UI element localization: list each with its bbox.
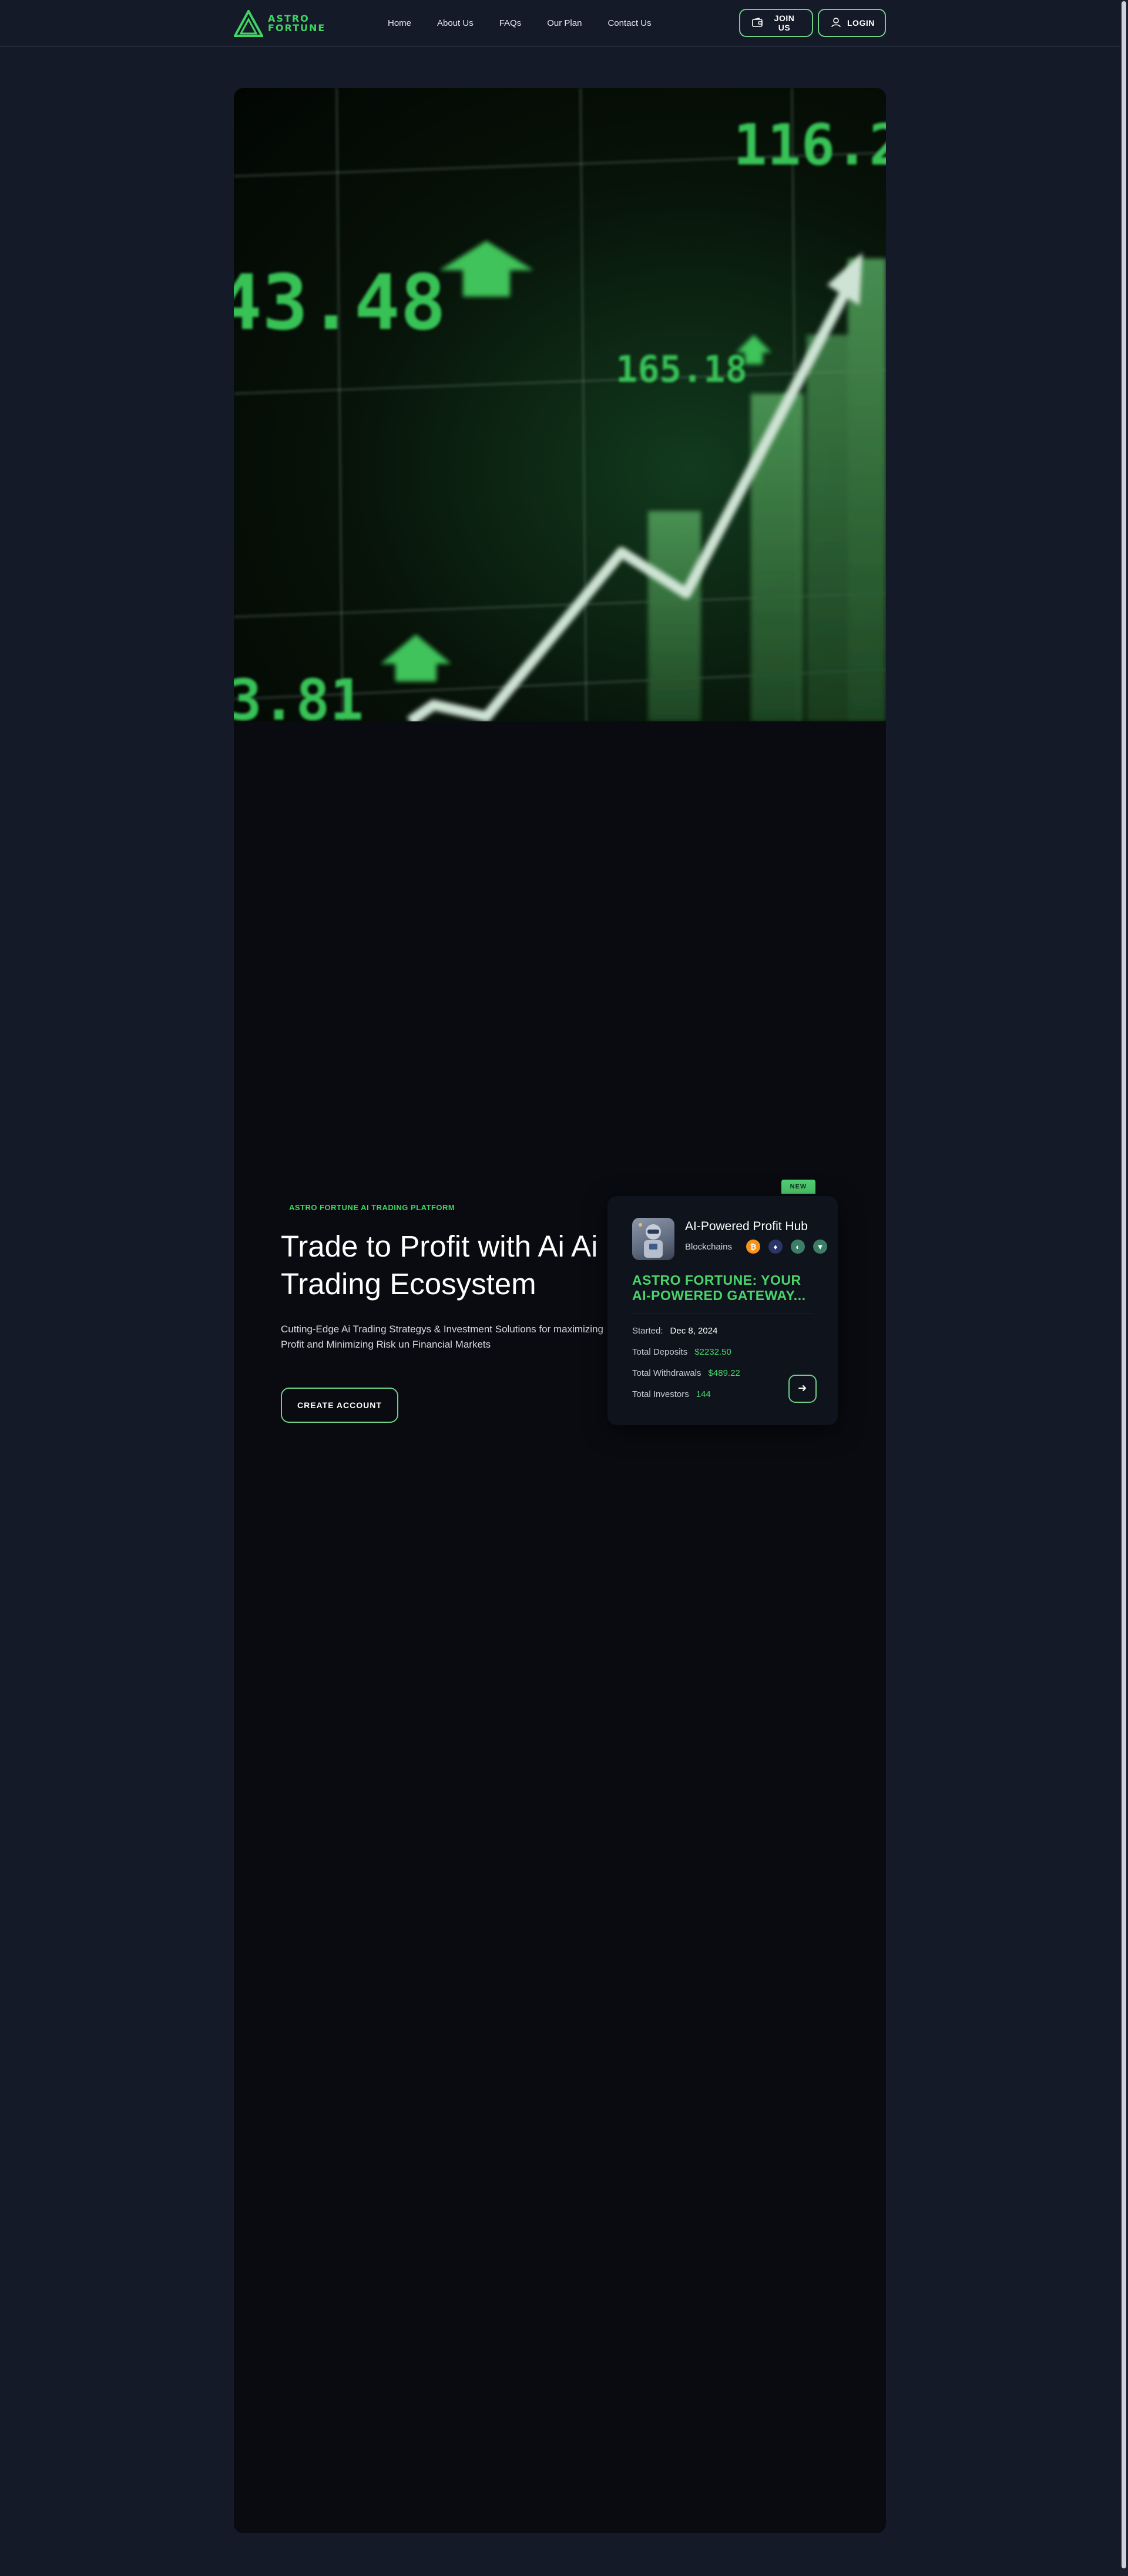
hero-subtitle: Cutting-Edge Ai Trading Strategys & Inve… (281, 1324, 603, 1350)
robot-avatar (632, 1218, 674, 1260)
stat-started: Started: Dec 8, 2024 (632, 1326, 717, 1336)
withdrawals-value: $489.22 (708, 1368, 740, 1378)
stat-deposits: Total Deposits $2232.50 (632, 1347, 731, 1357)
chain-3-icon: ◐ (791, 1240, 805, 1254)
login-label: LOGIN (847, 18, 875, 28)
logo[interactable]: ASTRO FORTUNE (234, 10, 325, 37)
plan-card: AI-Powered Profit Hub Blockchains ₿ ♦ ◐ … (607, 1196, 838, 1425)
chart-number-1: 116.2 (733, 112, 886, 178)
login-button[interactable]: LOGIN (818, 9, 886, 37)
page-scrollbar[interactable] (1120, 0, 1128, 2576)
nav-contact-us[interactable]: Contact Us (607, 16, 651, 31)
stat-withdrawals: Total Withdrawals $489.22 (632, 1368, 740, 1378)
main-nav: Home About Us FAQs Our Plan Contact Us (388, 16, 652, 31)
nav-home[interactable]: Home (388, 16, 411, 31)
logo-line-2: FORTUNE (268, 22, 326, 33)
bitcoin-icon: ₿ (746, 1240, 760, 1254)
plan-headline: ASTRO FORTUNE: YOUR AI-POWERED GATEWAY..… (632, 1272, 806, 1303)
site-header: ASTRO FORTUNE Home About Us FAQs Our Pla… (0, 0, 1120, 47)
chain-4-icon: ▼ (813, 1240, 827, 1254)
nav-faqs[interactable]: FAQs (499, 16, 522, 31)
investors-value: 144 (696, 1389, 711, 1399)
arrow-right-icon (798, 1383, 807, 1395)
started-label: Started: (632, 1326, 663, 1336)
withdrawals-label: Total Withdrawals (632, 1368, 701, 1378)
investors-label: Total Investors (632, 1389, 689, 1399)
ethereum-icon: ♦ (768, 1240, 783, 1254)
hero-eyebrow: ASTRO FORTUNE AI TRADING PLATFORM (289, 1203, 455, 1212)
deposits-value: $2232.50 (694, 1347, 731, 1357)
deposits-label: Total Deposits (632, 1347, 688, 1357)
chart-number-4: 3.81 (234, 667, 364, 721)
blockchain-icons: ₿ ♦ ◐ ▼ (746, 1240, 827, 1254)
plan-details-button[interactable] (788, 1375, 817, 1403)
create-account-button[interactable]: CREATE ACCOUNT (281, 1388, 398, 1423)
logo-triangle-icon (234, 10, 263, 37)
hero-stock-chart-image: 116.2 43.48 165.18 3.81 (234, 88, 886, 721)
stat-investors: Total Investors 144 (632, 1389, 711, 1399)
scrollbar-thumb[interactable] (1122, 1, 1126, 2568)
hero-panel: 116.2 43.48 165.18 3.81 ASTRO FORTUNE AI… (234, 88, 886, 2533)
chart-number-2: 43.48 (234, 258, 446, 347)
nav-our-plan[interactable]: Our Plan (547, 16, 582, 31)
logo-text: ASTRO FORTUNE (268, 14, 325, 33)
blockchains-label: Blockchains (685, 1242, 733, 1252)
join-us-label: JOIN US (774, 14, 795, 32)
wallet-icon (752, 17, 763, 29)
join-us-button[interactable]: JOIN US (739, 9, 813, 37)
user-icon (831, 17, 841, 29)
nav-about-us[interactable]: About Us (437, 16, 474, 31)
plan-title: AI-Powered Profit Hub (685, 1220, 808, 1233)
chart-number-3: 165.18 (616, 348, 747, 391)
hero-title: Trade to Profit with Ai Ai Trading Ecosy… (281, 1230, 598, 1301)
new-badge: NEW (781, 1180, 815, 1194)
header-actions: JOIN US LOGIN (739, 9, 886, 37)
started-value: Dec 8, 2024 (670, 1326, 718, 1336)
